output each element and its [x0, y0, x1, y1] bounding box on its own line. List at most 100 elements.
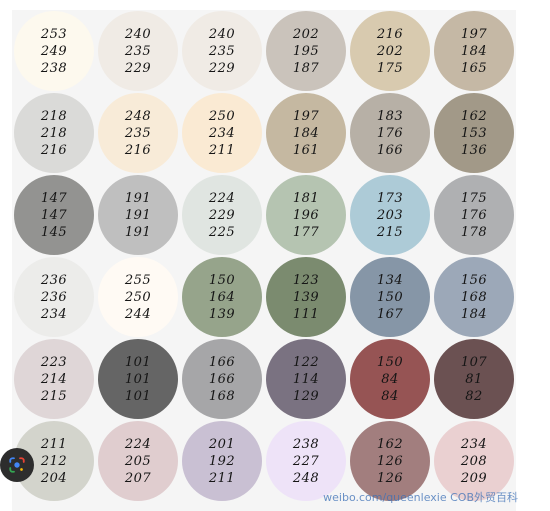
rgb-value: 215 [40, 388, 68, 404]
swatch-circle: 181 196 177 [266, 175, 346, 255]
rgb-value: 209 [460, 470, 488, 486]
rgb-value: 191 [124, 224, 152, 240]
rgb-value: 207 [124, 470, 152, 486]
rgb-value: 244 [124, 306, 152, 322]
color-swatch: 216 202 175 [348, 10, 432, 92]
rgb-value: 250 [208, 108, 236, 124]
color-swatch: 255 250 244 [96, 256, 180, 338]
rgb-value: 197 [292, 108, 320, 124]
swatch-circle: 150 164 139 [182, 257, 262, 337]
color-swatch: 107 81 82 [432, 338, 516, 420]
rgb-value: 240 [124, 26, 152, 42]
color-swatch: 123 139 111 [264, 256, 348, 338]
rgb-value: 253 [40, 26, 68, 42]
color-swatch: 147 147 145 [12, 174, 96, 256]
color-swatch: 236 236 234 [12, 256, 96, 338]
swatch-circle: 123 139 111 [266, 257, 346, 337]
watermark: weibo.com/queenlexie COB外贸百科 [323, 491, 518, 504]
rgb-value: 229 [124, 60, 152, 76]
rgb-value: 208 [460, 453, 488, 469]
rgb-value: 234 [208, 125, 236, 141]
rgb-value: 162 [376, 436, 404, 452]
rgb-value: 136 [460, 142, 488, 158]
rgb-value: 201 [208, 436, 236, 452]
rgb-value: 187 [292, 60, 320, 76]
rgb-value: 215 [376, 224, 404, 240]
rgb-value: 249 [40, 43, 68, 59]
swatch-circle: 250 234 211 [182, 93, 262, 173]
color-swatch: 248 235 216 [96, 92, 180, 174]
swatch-circle: 122 114 129 [266, 339, 346, 419]
color-swatch: 240 235 229 [96, 10, 180, 92]
rgb-value: 235 [124, 43, 152, 59]
rgb-value: 129 [292, 388, 320, 404]
rgb-value: 202 [292, 26, 320, 42]
color-swatch: 224 205 207 [96, 420, 180, 502]
rgb-value: 84 [381, 371, 399, 387]
color-swatch: 101 101 101 [96, 338, 180, 420]
swatch-circle: 134 150 167 [350, 257, 430, 337]
rgb-value: 176 [376, 125, 404, 141]
color-swatch: 191 191 191 [96, 174, 180, 256]
rgb-value: 250 [124, 289, 152, 305]
rgb-value: 224 [124, 436, 152, 452]
rgb-value: 162 [460, 108, 488, 124]
rgb-value: 240 [208, 26, 236, 42]
rgb-value: 236 [40, 289, 68, 305]
color-swatch: 253 249 238 [12, 10, 96, 92]
color-swatch: 183 176 166 [348, 92, 432, 174]
rgb-value: 196 [292, 207, 320, 223]
rgb-value: 205 [124, 453, 152, 469]
rgb-value: 123 [292, 272, 320, 288]
rgb-value: 216 [376, 26, 404, 42]
rgb-value: 203 [376, 207, 404, 223]
swatch-circle: 173 203 215 [350, 175, 430, 255]
rgb-value: 184 [292, 125, 320, 141]
rgb-value: 183 [376, 108, 404, 124]
color-swatch: 134 150 167 [348, 256, 432, 338]
rgb-value: 161 [292, 142, 320, 158]
rgb-value: 166 [376, 142, 404, 158]
color-swatch: 218 218 216 [12, 92, 96, 174]
rgb-value: 235 [208, 43, 236, 59]
swatch-circle: 218 218 216 [14, 93, 94, 173]
color-swatch: 250 234 211 [180, 92, 264, 174]
rgb-value: 81 [465, 371, 483, 387]
swatch-circle: 191 191 191 [98, 175, 178, 255]
rgb-value: 168 [208, 388, 236, 404]
rgb-value: 214 [40, 371, 68, 387]
color-swatch: 224 229 225 [180, 174, 264, 256]
rgb-value: 248 [292, 470, 320, 486]
rgb-value: 204 [40, 470, 68, 486]
rgb-value: 181 [292, 190, 320, 206]
swatch-circle: 202 195 187 [266, 11, 346, 91]
swatch-circle: 224 229 225 [182, 175, 262, 255]
swatch-circle: 216 202 175 [350, 11, 430, 91]
color-swatch: 240 235 229 [180, 10, 264, 92]
rgb-value: 101 [124, 388, 152, 404]
rgb-value: 111 [292, 306, 320, 322]
rgb-value: 248 [124, 108, 152, 124]
lens-search-button[interactable] [0, 448, 34, 482]
google-lens-icon [9, 457, 25, 473]
rgb-value: 168 [460, 289, 488, 305]
rgb-value: 224 [208, 190, 236, 206]
rgb-value: 175 [460, 190, 488, 206]
swatch-circle: 101 101 101 [98, 339, 178, 419]
swatch-circle: 248 235 216 [98, 93, 178, 173]
swatch-circle: 201 192 211 [182, 421, 262, 501]
swatch-circle: 162 153 136 [434, 93, 514, 173]
rgb-value: 150 [376, 354, 404, 370]
swatch-circle: 183 176 166 [350, 93, 430, 173]
swatch-circle: 147 147 145 [14, 175, 94, 255]
rgb-value: 145 [40, 224, 68, 240]
rgb-value: 164 [208, 289, 236, 305]
rgb-value: 173 [376, 190, 404, 206]
rgb-value: 156 [460, 272, 488, 288]
rgb-value: 229 [208, 207, 236, 223]
rgb-value: 197 [460, 26, 488, 42]
rgb-value: 176 [460, 207, 488, 223]
swatch-circle: 197 184 161 [266, 93, 346, 173]
rgb-value: 236 [40, 272, 68, 288]
color-swatch: 197 184 161 [264, 92, 348, 174]
